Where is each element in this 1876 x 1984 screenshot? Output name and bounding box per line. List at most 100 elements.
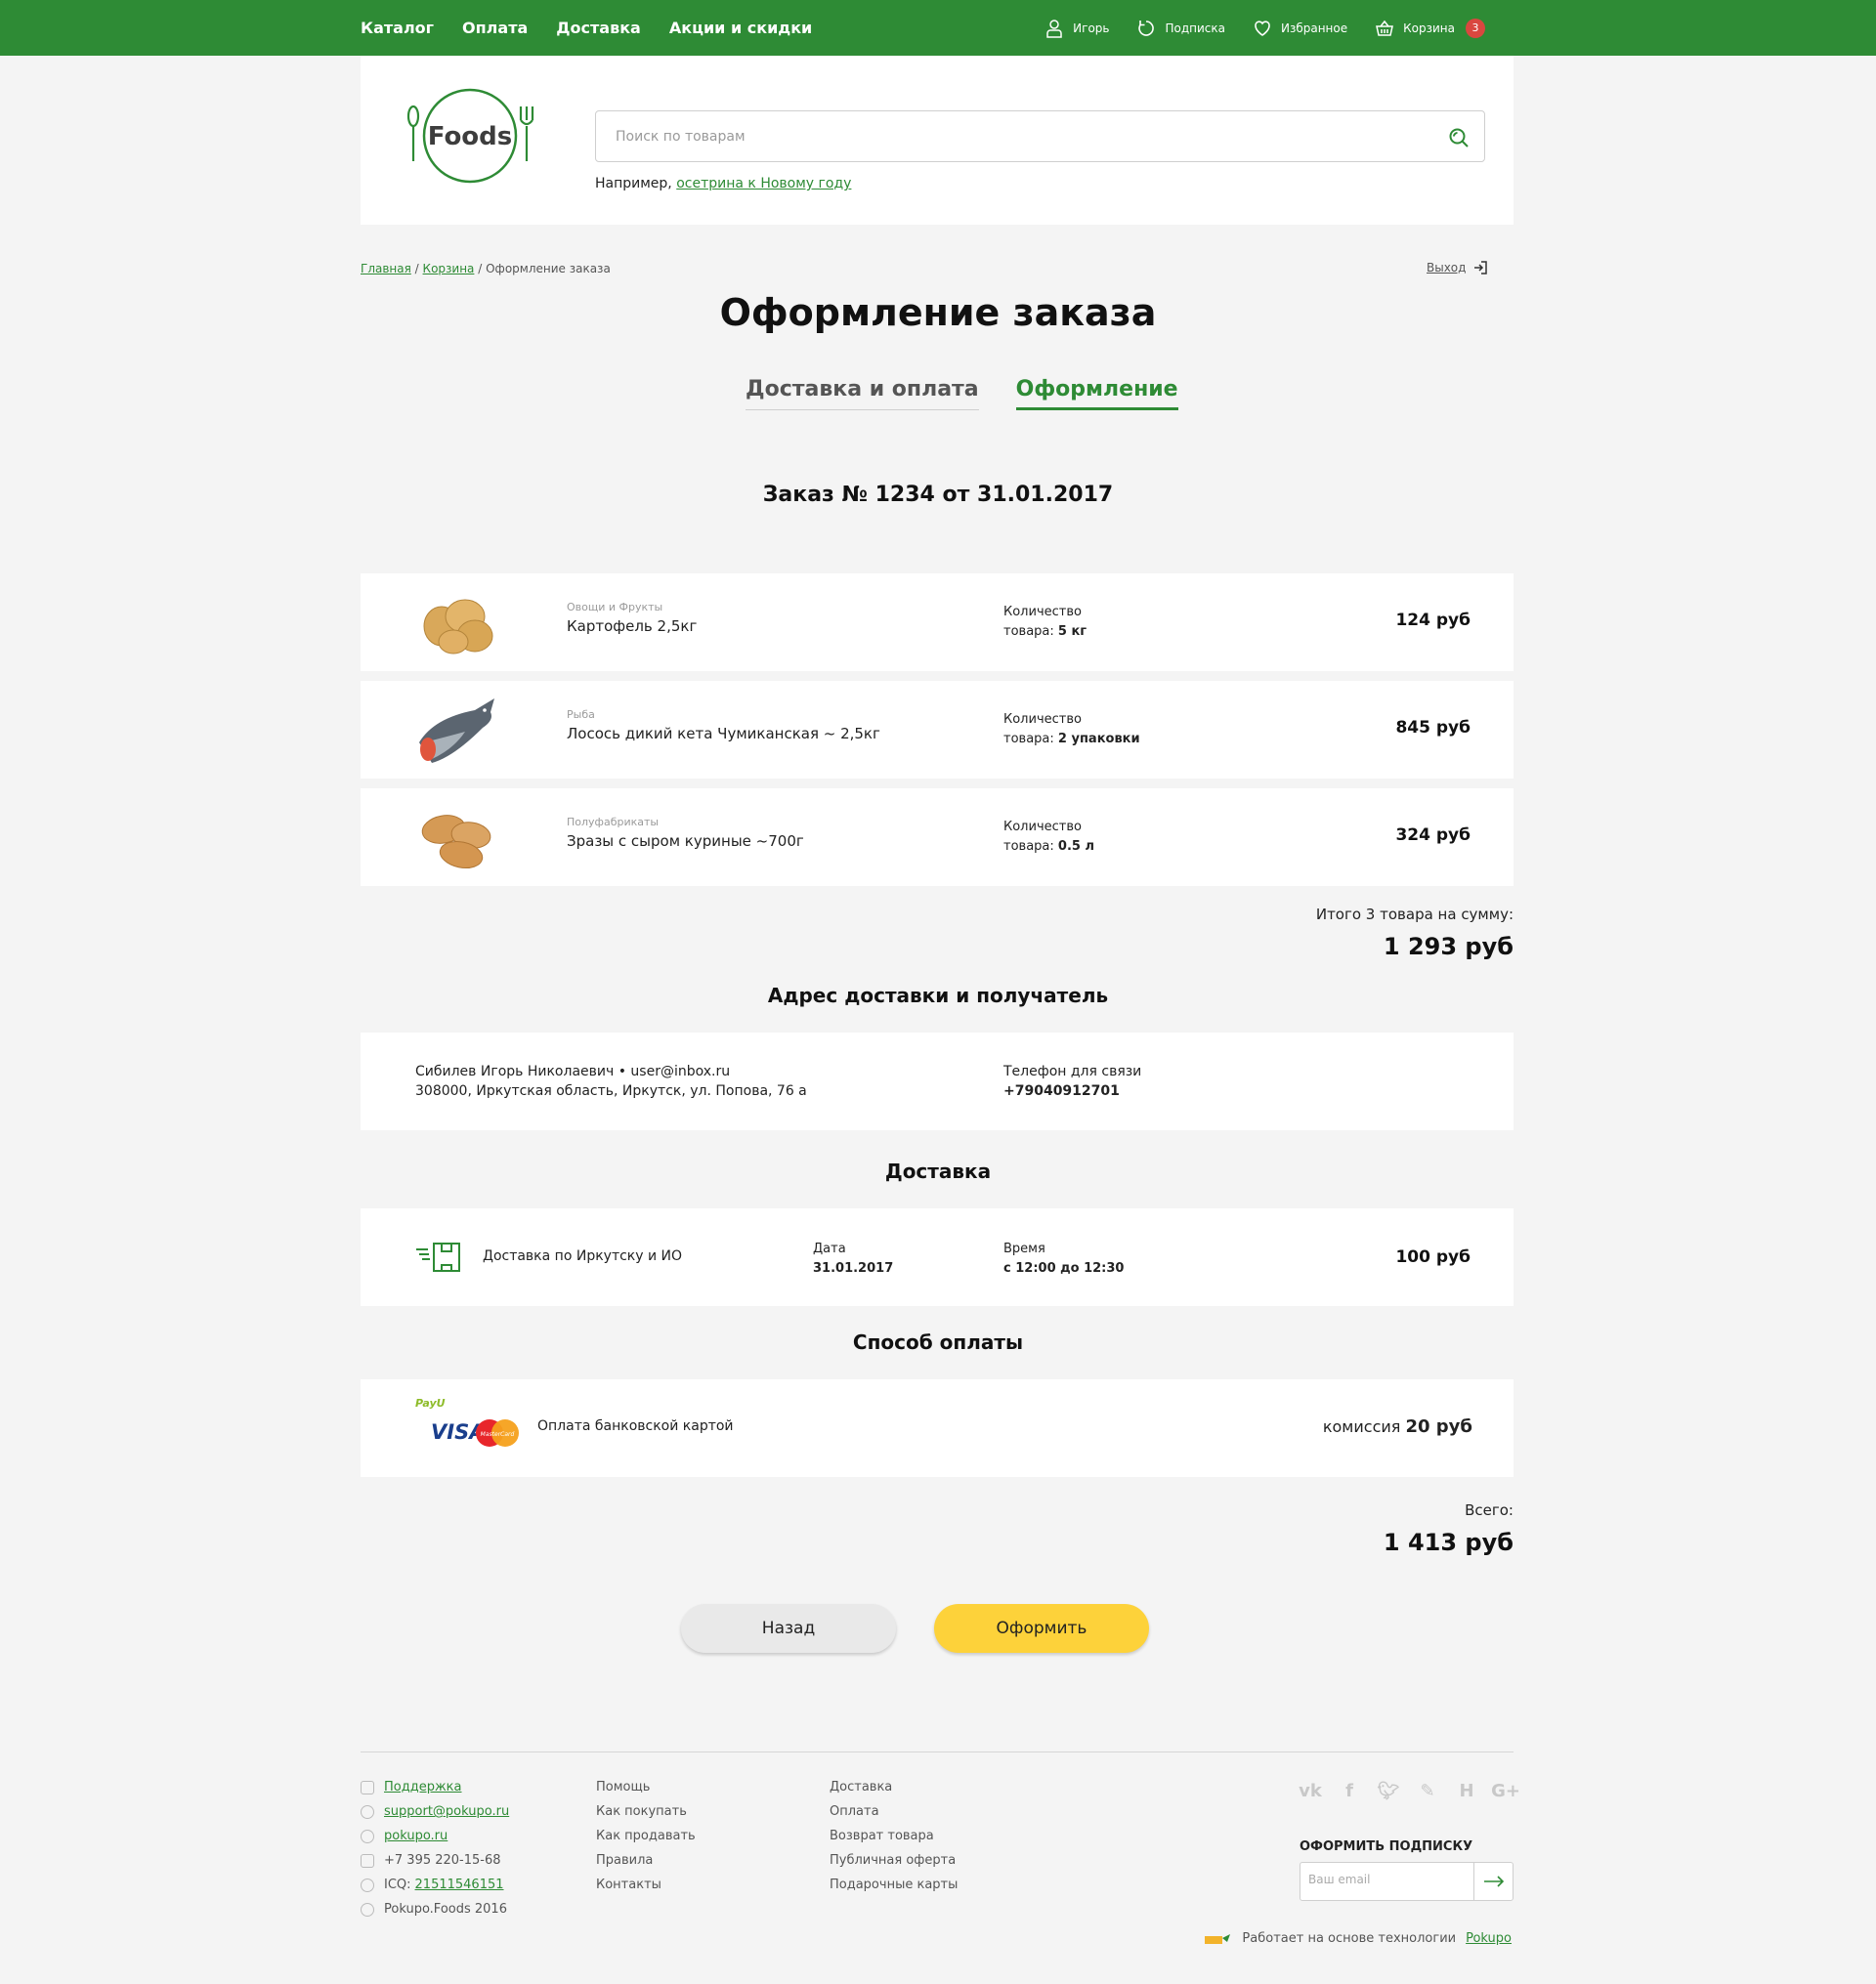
nav-delivery[interactable]: Доставка	[556, 19, 641, 37]
subscription-link[interactable]: Подписка	[1136, 19, 1225, 38]
delivery-box-icon	[416, 1243, 460, 1272]
page-title: Оформление заказа	[719, 291, 1157, 334]
delivery-title: Доставка	[884, 1160, 992, 1183]
breadcrumb-current: Оформление заказа	[486, 262, 611, 275]
favorites-link[interactable]: Избранное	[1253, 19, 1347, 38]
cart-link[interactable]: Корзина 3	[1375, 18, 1485, 38]
qty-value: 0.5 л	[1057, 839, 1094, 854]
example-link[interactable]: осетрина к Новому году	[676, 176, 851, 191]
livejournal-icon[interactable]: ✎	[1415, 1778, 1440, 1803]
facebook-icon[interactable]: f	[1337, 1778, 1362, 1803]
payment-card: PayU VISA MasterCard Оплата банковской к…	[361, 1379, 1514, 1477]
footer-link[interactable]: Помощь	[596, 1775, 696, 1799]
item-category: Рыба	[567, 708, 595, 721]
item-category: Овощи и Фрукты	[567, 601, 663, 613]
logo-text: Foods	[428, 122, 513, 151]
qty-value: 2 упаковки	[1057, 732, 1140, 746]
pokupo-logo-icon	[1205, 1933, 1231, 1944]
footer-link[interactable]: Публичная оферта	[830, 1848, 958, 1873]
footer-info-links: Доставка Оплата Возврат товара Публичная…	[830, 1775, 958, 1897]
footer-phone: +7 395 220-15-68	[384, 1853, 501, 1868]
address-line: 308000, Иркутская область, Иркутск, ул. …	[415, 1083, 807, 1099]
user-icon	[1046, 19, 1062, 38]
refresh-icon	[1138, 20, 1155, 36]
recipient-line: Сибилев Игорь Николаевич • user@inbox.ru	[415, 1064, 731, 1079]
payment-title: Способ оплаты	[852, 1330, 1024, 1354]
logout-icon	[1474, 261, 1488, 274]
search-input[interactable]	[616, 125, 1397, 148]
breadcrumb: Главная / Корзина / Оформление заказа	[361, 262, 611, 275]
address-title: Адрес доставки и получатель	[767, 984, 1109, 1007]
payment-name: Оплата банковской картой	[537, 1418, 734, 1434]
qty-label-2: товара:	[1003, 732, 1054, 746]
address-card: Сибилев Игорь Николаевич • user@inbox.ru…	[361, 1033, 1514, 1130]
heart-icon	[1255, 20, 1270, 36]
subscribe-email-input[interactable]	[1308, 1873, 1465, 1886]
subtotal-value: 1 293 руб	[1383, 933, 1514, 960]
favorites-label: Избранное	[1280, 21, 1348, 35]
order-item: Овощи и Фрукты Картофель 2,5кг Количеств…	[361, 573, 1514, 671]
footer-link[interactable]: Контакты	[596, 1873, 696, 1897]
item-price: 845 руб	[1395, 718, 1471, 738]
qty-label: Количество	[1003, 605, 1082, 619]
delivery-price: 100 руб	[1395, 1247, 1471, 1267]
twitter-icon[interactable]: 🐦︎	[1376, 1778, 1401, 1803]
mastercard-text: MasterCard	[481, 1431, 515, 1438]
footer-link[interactable]: Оплата	[830, 1799, 958, 1824]
cart-count-badge: 3	[1466, 18, 1485, 38]
tab-checkout[interactable]: Оформление	[1015, 377, 1178, 410]
support-link[interactable]: Поддержка	[384, 1775, 462, 1799]
footer-link[interactable]: Доставка	[830, 1775, 958, 1799]
subscribe-form	[1300, 1862, 1514, 1901]
payment-commission: комиссия 20 руб	[1323, 1416, 1472, 1437]
breadcrumb-home[interactable]: Главная	[361, 262, 411, 275]
order-item: Полуфабрикаты Зразы с сыром куриные ~700…	[361, 788, 1514, 886]
icq-link[interactable]: 21511546151	[415, 1873, 504, 1897]
breadcrumb-sep: /	[414, 262, 419, 275]
cutlets-image	[421, 815, 491, 869]
search-box	[595, 110, 1485, 162]
order-title: Заказ № 1234 от 31.01.2017	[762, 483, 1114, 507]
footer-link[interactable]: Как покупать	[596, 1799, 696, 1824]
email-link[interactable]: support@pokupo.ru	[384, 1799, 509, 1824]
support-icon	[361, 1780, 374, 1794]
breadcrumb-sep: /	[478, 262, 483, 275]
nav-catalog[interactable]: Каталог	[361, 19, 434, 37]
foods-logo[interactable]: Foods	[402, 87, 538, 185]
back-button[interactable]: Назад	[681, 1604, 896, 1653]
date-label: Дата	[813, 1242, 846, 1256]
user-name: Игорь	[1073, 21, 1110, 35]
footer-link[interactable]: Подарочные карты	[830, 1873, 958, 1897]
nav-payment[interactable]: Оплата	[462, 19, 528, 37]
subscription-label: Подписка	[1165, 21, 1225, 35]
vk-icon[interactable]: vk	[1298, 1778, 1323, 1803]
search-icon[interactable]	[1447, 126, 1471, 149]
powered-by: Работает на основе технологии Pokupo	[1203, 1931, 1512, 1946]
qty-label: Количество	[1003, 712, 1082, 727]
logout-link[interactable]: Выход	[1427, 260, 1488, 275]
breadcrumb-cart[interactable]: Корзина	[423, 262, 475, 275]
social-links: vk f 🐦︎ ✎ H G+	[1298, 1778, 1520, 1803]
google-plus-icon[interactable]: G+	[1491, 1778, 1520, 1803]
item-quantity: Количество товара: 5 кг	[1003, 603, 1087, 642]
logout-label: Выход	[1427, 261, 1467, 274]
nav-promotions[interactable]: Акции и скидки	[669, 19, 812, 37]
total-value: 1 413 руб	[1383, 1529, 1514, 1556]
footer-link[interactable]: Как продавать	[596, 1824, 696, 1848]
copyright-icon	[361, 1902, 374, 1917]
pokupo-link[interactable]: Pokupo	[1466, 1931, 1512, 1946]
user-link[interactable]: Игорь	[1045, 19, 1109, 38]
subscribe-button[interactable]	[1473, 1863, 1513, 1900]
footer-link[interactable]: Возврат товара	[830, 1824, 958, 1848]
commission-value: 20 руб	[1405, 1416, 1472, 1437]
habr-icon[interactable]: H	[1454, 1778, 1479, 1803]
skype-link[interactable]: pokupo.ru	[384, 1824, 448, 1848]
footer-contacts: Поддержка support@pokupo.ru pokupo.ru +7…	[361, 1775, 509, 1921]
qty-label: Количество	[1003, 820, 1082, 834]
delivery-card: Доставка по Иркутску и ИО Дата 31.01.201…	[361, 1208, 1514, 1306]
total-label: Всего:	[1465, 1501, 1514, 1519]
tab-delivery-payment[interactable]: Доставка и оплата	[746, 377, 979, 410]
footer-link[interactable]: Правила	[596, 1848, 696, 1873]
submit-order-button[interactable]: Оформить	[934, 1604, 1149, 1653]
time-value: с 12:00 до 12:30	[1003, 1261, 1125, 1276]
